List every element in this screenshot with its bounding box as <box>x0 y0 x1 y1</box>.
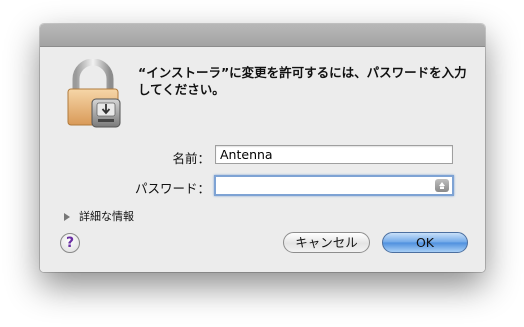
help-icon: ? <box>65 235 75 251</box>
name-field[interactable]: Antenna <box>215 145 453 164</box>
disclosure-triangle-icon[interactable] <box>64 213 70 221</box>
cancel-button[interactable]: キャンセル <box>283 232 370 253</box>
name-label: 名前： <box>172 151 210 166</box>
title-bar[interactable] <box>40 24 485 47</box>
dialog-message: “インストーラ”に変更を許可するには、パスワードを入力してください。 <box>138 65 467 97</box>
keychain-icon[interactable] <box>435 179 449 192</box>
details-label: 詳細な情報 <box>79 210 134 223</box>
details-disclosure[interactable]: 詳細な情報 <box>64 208 134 224</box>
password-label: パスワード： <box>134 181 210 196</box>
dialog-shadow: “インストーラ”に変更を許可するには、パスワードを入力してください。 名前： A… <box>40 24 485 272</box>
authentication-dialog: “インストーラ”に変更を許可するには、パスワードを入力してください。 名前： A… <box>40 24 485 272</box>
password-field[interactable] <box>214 175 454 196</box>
ok-button[interactable]: OK <box>382 232 468 253</box>
lock-icon <box>64 58 122 129</box>
help-button[interactable]: ? <box>60 233 80 253</box>
